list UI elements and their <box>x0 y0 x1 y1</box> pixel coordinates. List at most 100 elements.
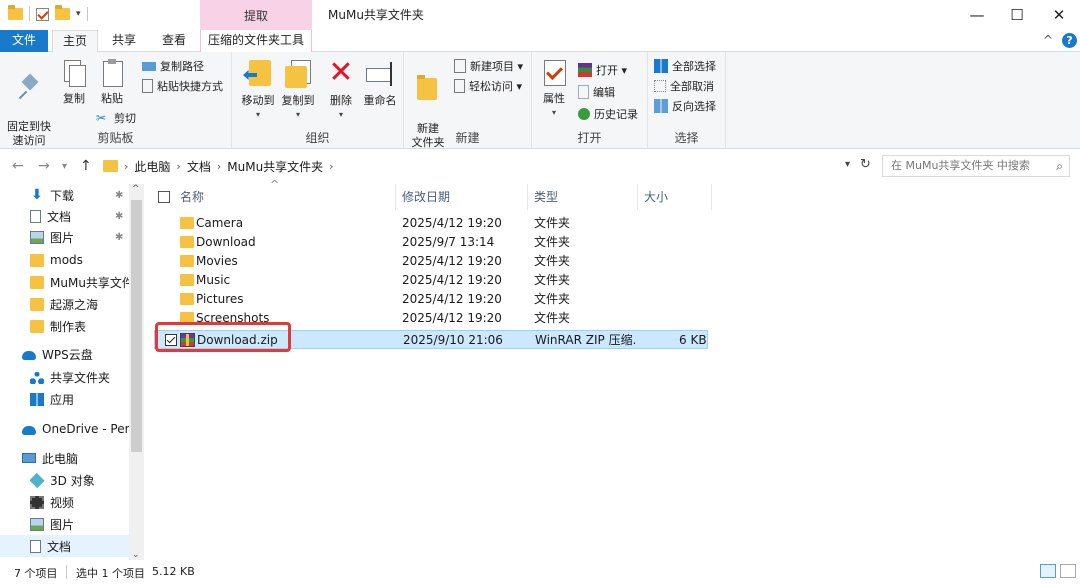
breadcrumb-mumu-shared[interactable]: MuMu共享文件夹 <box>227 158 323 175</box>
sidebar-scrollbar[interactable]: ^ ⌄ <box>129 184 144 560</box>
select-none-button[interactable]: 全部取消 <box>654 78 714 94</box>
sidebar-item-downloads[interactable]: ⬇ 下载 ✱ <box>30 184 144 206</box>
up-arrow-icon[interactable]: ↑ <box>80 158 92 174</box>
list-item-movies[interactable]: Movies 2025/4/12 19:20 文件夹 <box>154 252 708 271</box>
large-icons-view-icon[interactable] <box>1060 564 1076 578</box>
sidebar-item-pictures[interactable]: 图片 ✱ <box>30 226 144 248</box>
help-icon[interactable]: ? <box>1062 33 1077 48</box>
sidebar-item-documents[interactable]: 文档 ✱ <box>30 205 144 227</box>
search-icon[interactable]: ⌕ <box>1056 156 1063 176</box>
sidebar-item-pc-pictures[interactable]: 图片 <box>30 513 144 535</box>
close-button[interactable]: ✕ <box>1036 0 1080 30</box>
scroll-up-icon[interactable]: ^ <box>132 184 140 194</box>
paste-shortcut-button[interactable]: 粘贴快捷方式 <box>142 78 223 94</box>
delete-button[interactable]: ✕ 删除 ▾ <box>326 58 356 122</box>
status-item-count: 7 个项目 <box>14 567 58 580</box>
sidebar-item-mods[interactable]: mods <box>30 249 144 271</box>
collapse-ribbon-button[interactable]: ^ <box>1043 33 1053 47</box>
column-header-size[interactable]: 大小 <box>638 184 712 210</box>
sidebar-item-production-sheet[interactable]: 制作表 <box>30 315 144 337</box>
sidebar-item-label: 制作表 <box>50 319 87 334</box>
folder-icon <box>30 297 44 311</box>
folder-icon[interactable] <box>8 5 23 20</box>
file-modified: 2025/4/12 19:20 <box>402 273 502 287</box>
column-header-type[interactable]: 类型 <box>528 184 638 210</box>
properties-button[interactable]: 属性 ▾ <box>538 58 570 120</box>
download-icon: ⬇ <box>31 186 43 203</box>
forward-arrow-icon[interactable]: → <box>38 158 50 174</box>
select-none-icon <box>654 80 666 92</box>
context-tab-extract[interactable]: 提取 <box>200 0 312 30</box>
window-title: MuMu共享文件夹 <box>328 8 424 22</box>
open-button[interactable]: 打开 ▾ <box>578 62 627 78</box>
refresh-icon[interactable]: ↻ <box>860 157 871 172</box>
list-item-download[interactable]: Download 2025/9/7 13:14 文件夹 <box>154 233 708 252</box>
sidebar-item-shared-folder[interactable]: 共享文件夹 <box>30 366 144 388</box>
chevron-right-icon[interactable]: › <box>217 160 221 173</box>
copy-to-icon <box>281 58 315 90</box>
file-modified: 2025/9/10 21:06 <box>403 333 503 347</box>
new-folder-icon[interactable] <box>55 5 70 20</box>
easy-access-button[interactable]: 轻松访问 ▾ <box>454 78 522 94</box>
copy-path-button[interactable]: 复制路径 <box>142 58 204 74</box>
address-dropdown-icon[interactable]: ▾ <box>845 159 850 170</box>
sidebar-item-apps[interactable]: 应用 <box>30 388 144 410</box>
select-all-button[interactable]: 全部选择 <box>654 58 716 74</box>
sidebar-item-onedrive[interactable]: OneDrive - Pers <box>22 418 130 440</box>
new-folder-icon <box>413 72 443 104</box>
sidebar-item-videos[interactable]: 视频 <box>30 491 144 513</box>
copy-button[interactable]: 复制 <box>58 58 90 106</box>
clipboard-group: 固定到快 速访问 复制 粘贴 复制路径 粘贴快捷方式 ✂ 剪切 剪贴板 <box>0 52 232 149</box>
sidebar-item-label: 此电脑 <box>42 451 79 466</box>
sidebar-item-origin-sea[interactable]: 起源之海 <box>30 293 144 315</box>
tab-view[interactable]: 查看 <box>152 30 196 52</box>
chevron-right-icon[interactable]: › <box>176 160 180 173</box>
list-item-pictures[interactable]: Pictures 2025/4/12 19:20 文件夹 <box>154 290 708 309</box>
scroll-down-icon[interactable]: ⌄ <box>132 550 140 560</box>
copy-to-button[interactable]: 复制到 ▾ <box>278 58 318 122</box>
details-view-icon[interactable] <box>1040 564 1056 578</box>
navigation-pane: ⬇ 下载 ✱ 文档 ✱ 图片 ✱ mods MuMu共享文件 起源之海 制作表 … <box>0 184 144 560</box>
breadcrumb-documents[interactable]: 文档 <box>187 158 211 175</box>
tab-compressed-folder-tools[interactable]: 压缩的文件夹工具 <box>200 30 312 52</box>
chevron-right-icon[interactable]: › <box>124 160 128 173</box>
recent-locations-chevron-icon[interactable]: ▾ <box>62 161 67 172</box>
list-item-music[interactable]: Music 2025/4/12 19:20 文件夹 <box>154 271 708 290</box>
back-arrow-icon[interactable]: ← <box>12 158 24 174</box>
column-header-modified[interactable]: 修改日期 <box>396 184 528 210</box>
maximize-button[interactable]: ☐ <box>994 0 1040 30</box>
tab-home[interactable]: 主页 <box>52 30 98 53</box>
document-icon <box>30 539 41 553</box>
edit-button[interactable]: 编辑 <box>578 84 615 100</box>
history-button[interactable]: 历史记录 <box>578 106 638 122</box>
chevron-right-icon[interactable]: › <box>329 160 333 173</box>
rename-button[interactable]: 重命名 <box>360 58 400 108</box>
navigation-bar: ← → ▾ ↑ › 此电脑 › 文档 › MuMu共享文件夹 › ▾ ↻ 在 M… <box>0 150 1080 184</box>
sidebar-item-3d-objects[interactable]: 3D 对象 <box>30 469 144 491</box>
customize-toolbar-dropdown[interactable]: ▾ <box>76 9 81 19</box>
search-input[interactable]: 在 MuMu共享文件夹 中搜索 ⌕ <box>882 155 1070 177</box>
sidebar-item-pc-documents[interactable]: 文档 <box>0 535 130 557</box>
paste-button[interactable]: 粘贴 <box>96 58 128 106</box>
address-bar[interactable]: › 此电脑 › 文档 › MuMu共享文件夹 › <box>100 155 880 177</box>
sidebar-item-label: 文档 <box>47 209 72 224</box>
cut-button[interactable]: ✂ 剪切 <box>96 110 136 126</box>
list-item-camera[interactable]: Camera 2025/4/12 19:20 文件夹 <box>154 214 708 233</box>
properties-check-icon[interactable] <box>36 7 49 21</box>
sidebar-item-wps-cloud[interactable]: WPS云盘 <box>22 343 144 365</box>
edit-label: 编辑 <box>593 86 615 99</box>
new-item-button[interactable]: 新建项目 ▾ <box>454 58 523 74</box>
move-to-button[interactable]: 移动到 ▾ <box>238 58 278 122</box>
column-header-name[interactable]: 名称 <box>174 184 396 210</box>
scrollbar-thumb[interactable] <box>131 200 142 452</box>
tab-share[interactable]: 共享 <box>104 30 144 52</box>
select-all-checkbox[interactable] <box>158 191 170 203</box>
new-item-label: 新建项目 ▾ <box>470 60 524 73</box>
tab-file[interactable]: 文件 <box>0 30 48 52</box>
sidebar-item-label: 应用 <box>50 392 75 407</box>
sidebar-item-this-pc[interactable]: 此电脑 <box>22 447 144 469</box>
sidebar-item-mumu-shared[interactable]: MuMu共享文件 <box>30 271 130 293</box>
folder-icon <box>180 274 194 286</box>
invert-selection-button[interactable]: 反向选择 <box>654 98 716 114</box>
breadcrumb-this-pc[interactable]: 此电脑 <box>134 158 170 175</box>
